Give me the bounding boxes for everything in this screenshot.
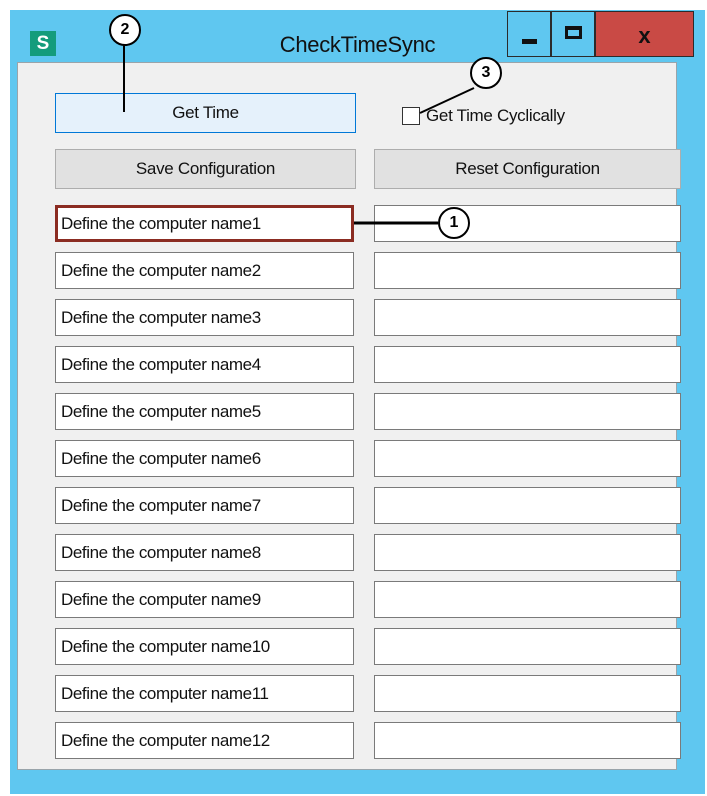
callout-2: 2: [109, 14, 141, 46]
callout-1: 1: [438, 207, 470, 239]
callout-leaders: [123, 44, 475, 225]
callout-3-leader: [419, 87, 475, 114]
callout-3: 3: [470, 57, 502, 89]
